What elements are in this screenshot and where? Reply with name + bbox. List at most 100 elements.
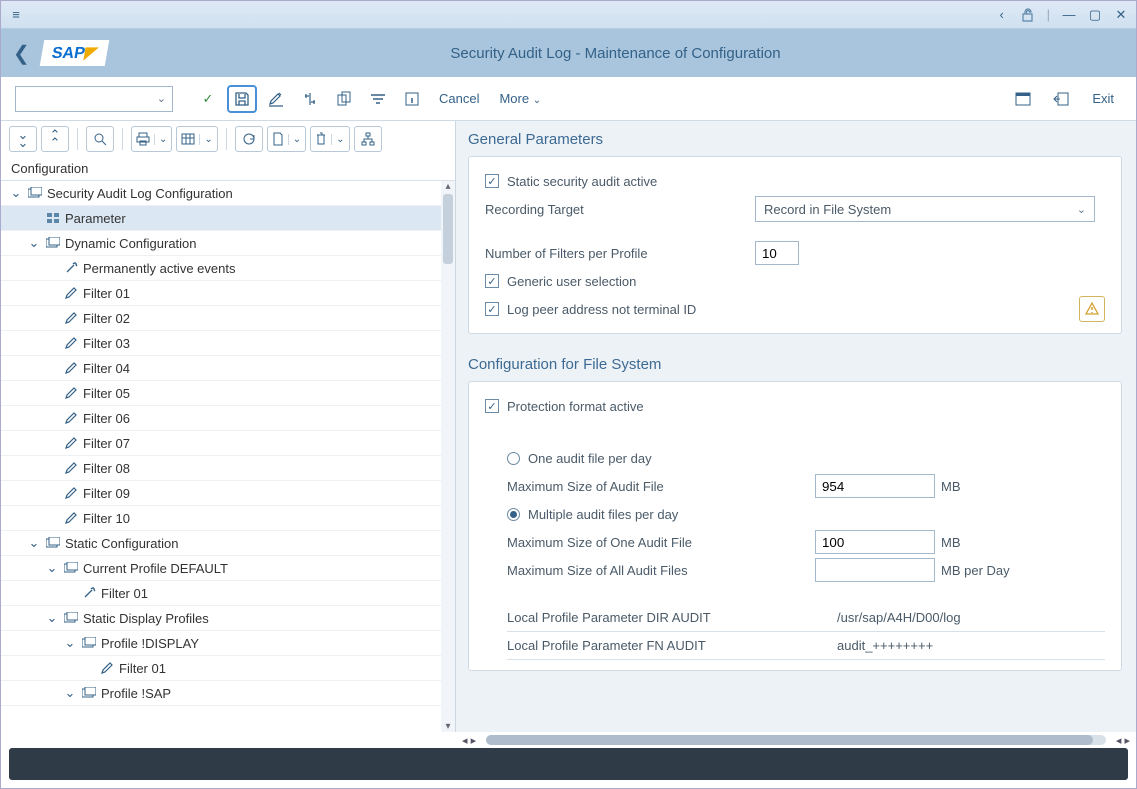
- tree-node[interactable]: ⌄ Current Profile DEFAULT: [1, 556, 455, 581]
- cancel-button[interactable]: Cancel: [431, 91, 487, 106]
- lbl-dir-audit: Local Profile Parameter DIR AUDIT: [507, 610, 837, 625]
- tree-node[interactable]: Filter 01: [1, 581, 455, 606]
- tree-node[interactable]: ⌄Dynamic Configuration: [1, 231, 455, 256]
- tree-node-label: Profile !SAP: [101, 686, 171, 701]
- tree-node-label: Filter 03: [83, 336, 130, 351]
- chk-log-peer[interactable]: [485, 302, 499, 316]
- exit-button[interactable]: Exit: [1084, 91, 1122, 106]
- close-icon[interactable]: ✕: [1114, 8, 1128, 22]
- exit-window-button[interactable]: [1046, 85, 1076, 113]
- command-field[interactable]: ⌄: [15, 86, 173, 112]
- statusbar: [9, 748, 1128, 780]
- tree-node[interactable]: Filter 05: [1, 381, 455, 406]
- tree-header: Configuration: [1, 157, 455, 181]
- tree-node-label: Parameter: [65, 211, 126, 226]
- hscroll-bar[interactable]: ◂ ▸ ◂ ▸: [1, 732, 1136, 748]
- tree-node[interactable]: ⌄ Static Display Profiles: [1, 606, 455, 631]
- section-general-title: General Parameters: [468, 121, 1122, 156]
- tree-node[interactable]: Filter 08: [1, 456, 455, 481]
- find-button[interactable]: [86, 126, 114, 152]
- tree-node[interactable]: Filter 01: [1, 656, 455, 681]
- save-button[interactable]: [227, 85, 257, 113]
- tree-twisty-icon[interactable]: ⌄: [27, 535, 41, 551]
- tree-node[interactable]: ⌄ Security Audit Log Configuration: [1, 181, 455, 206]
- lbl-one-per-day: One audit file per day: [528, 451, 652, 466]
- new-window-button[interactable]: [1008, 85, 1038, 113]
- val-fn-audit: audit_++++++++: [837, 638, 933, 653]
- filter-button[interactable]: [363, 85, 393, 113]
- unlock-icon[interactable]: [1021, 8, 1035, 22]
- unit-max-one: MB: [935, 535, 961, 550]
- nav-left-icon[interactable]: ‹: [995, 8, 1009, 22]
- content-pane: General Parameters Static security audit…: [456, 121, 1136, 732]
- tree-node[interactable]: ⌄Profile !DISPLAY: [1, 631, 455, 656]
- tree-node[interactable]: ⌄Static Configuration: [1, 531, 455, 556]
- tree-twisty-icon[interactable]: ⌄: [45, 560, 59, 576]
- tree-node-label: Current Profile DEFAULT: [83, 561, 228, 576]
- info-button[interactable]: [397, 85, 427, 113]
- tree-twisty-icon[interactable]: ⌄: [27, 235, 41, 251]
- maximize-icon[interactable]: ▢: [1088, 8, 1102, 22]
- radio-multiple[interactable]: [507, 508, 520, 521]
- minimize-icon[interactable]: —: [1062, 8, 1076, 22]
- tree-twisty-icon[interactable]: ⌄: [63, 685, 77, 701]
- expand-all-button[interactable]: ⌄⌄: [9, 126, 37, 152]
- tree-node[interactable]: Permanently active events: [1, 256, 455, 281]
- tree-node[interactable]: ⌄ Profile !SAP: [1, 681, 455, 706]
- accept-button[interactable]: ✓: [193, 85, 223, 113]
- tree-twisty-icon[interactable]: ⌄: [63, 635, 77, 651]
- back-button[interactable]: ❮: [13, 41, 30, 66]
- pencil-icon: [63, 385, 79, 401]
- refresh-button[interactable]: [235, 126, 263, 152]
- warning-button[interactable]: [1079, 296, 1105, 322]
- val-dir-audit: /usr/sap/A4H/D00/log: [837, 610, 961, 625]
- tree-node[interactable]: Filter 07: [1, 431, 455, 456]
- more-button[interactable]: More ⌄: [491, 91, 549, 106]
- tree-twisty-icon[interactable]: ⌄: [45, 610, 59, 626]
- group-general: Static security audit active Recording T…: [468, 156, 1122, 334]
- tree-node-label: Filter 04: [83, 361, 130, 376]
- tree-twisty-icon[interactable]: ⌄: [9, 185, 23, 201]
- compare-button[interactable]: [295, 85, 325, 113]
- folder-copy-icon: [45, 535, 61, 551]
- input-num-filters[interactable]: [755, 241, 799, 265]
- tree-scrollbar[interactable]: ▴▾: [441, 181, 455, 732]
- tree-node-label: Filter 08: [83, 461, 130, 476]
- tree-node[interactable]: Filter 03: [1, 331, 455, 356]
- copy-button[interactable]: [329, 85, 359, 113]
- tree-node[interactable]: Parameter: [1, 206, 455, 231]
- select-recording-target[interactable]: Record in File System⌄: [755, 196, 1095, 222]
- input-max-one[interactable]: [815, 530, 935, 554]
- print-button[interactable]: ⌄: [131, 126, 172, 152]
- input-max-file[interactable]: [815, 474, 935, 498]
- tree-node-label: Static Display Profiles: [83, 611, 209, 626]
- lbl-protection: Protection format active: [507, 399, 644, 414]
- delete-button[interactable]: ⌄: [310, 126, 349, 152]
- page-title: Security Audit Log - Maintenance of Conf…: [107, 45, 1124, 62]
- chk-generic-user[interactable]: [485, 274, 499, 288]
- tree-node-label: Security Audit Log Configuration: [47, 186, 233, 201]
- tree-node[interactable]: Filter 01: [1, 281, 455, 306]
- tree-node[interactable]: Filter 02: [1, 306, 455, 331]
- tree-node[interactable]: Filter 04: [1, 356, 455, 381]
- tree-node[interactable]: Filter 09: [1, 481, 455, 506]
- wand-icon: [63, 260, 79, 276]
- edit-button[interactable]: [261, 85, 291, 113]
- tree[interactable]: ⌄ Security Audit Log Configuration Paramet…: [1, 181, 455, 732]
- tree-node[interactable]: Filter 06: [1, 406, 455, 431]
- radio-one-per-day[interactable]: [507, 452, 520, 465]
- hierarchy-button[interactable]: [354, 126, 382, 152]
- folder-copy-icon: [45, 235, 61, 251]
- export-button[interactable]: ⌄: [176, 126, 217, 152]
- folder-copy-icon: [81, 635, 97, 651]
- pencil-icon: [63, 485, 79, 501]
- create-button[interactable]: ⌄: [267, 126, 306, 152]
- input-max-all[interactable]: [815, 558, 935, 582]
- main-split: ⌄⌄ ⌃⌃ ⌄ ⌄: [1, 121, 1136, 732]
- pencil-icon: [63, 460, 79, 476]
- tree-node[interactable]: Filter 10: [1, 506, 455, 531]
- chk-static-active[interactable]: [485, 174, 499, 188]
- chk-protection[interactable]: [485, 399, 499, 413]
- menu-icon[interactable]: ≡: [9, 8, 23, 22]
- collapse-all-button[interactable]: ⌃⌃: [41, 126, 69, 152]
